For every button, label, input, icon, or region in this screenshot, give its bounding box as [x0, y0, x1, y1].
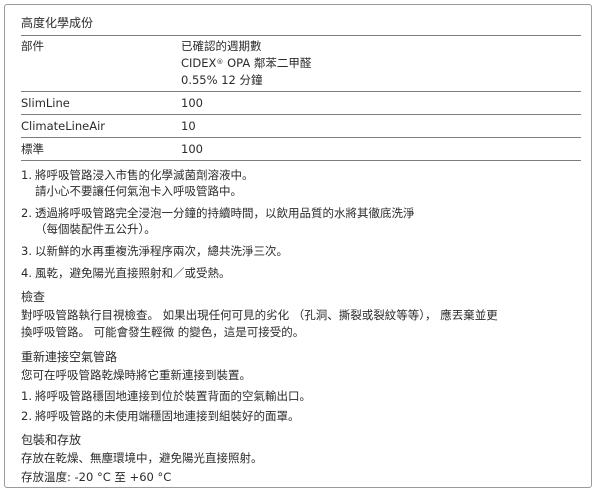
table-header-row: 部件 已確認的週期數 CIDEX® OPA 鄰苯二甲醛 0.55% 12 分鐘: [21, 36, 581, 92]
list-item: 2. 將呼吸管路的未使用端穩固地連接到組裝好的面罩。: [21, 408, 581, 424]
inspection-text: 對呼吸管路執行目視檢查。 如果出現任何可見的劣化 （孔洞、撕裂或裂紋等等）， 應…: [21, 307, 581, 341]
row-cycles: 100: [181, 96, 203, 110]
inspection-line: 換呼吸管路。 可能會發生輕微 的變色，這是可接受的。: [21, 325, 305, 339]
step-text: 將呼吸管路穩固地連接到位於裝置背面的空氣輸出口。: [35, 389, 311, 403]
inspection-heading: 檢查: [21, 290, 46, 304]
step-number: 2.: [21, 409, 32, 423]
header-part: 部件: [21, 39, 44, 53]
step-number: 1.: [21, 389, 32, 403]
table-row: SlimLine 100: [21, 92, 581, 115]
header-cycles-line2: CIDEX® OPA 鄰苯二甲醛: [181, 55, 581, 72]
step-line: 將呼吸管路浸入市售的化學滅菌劑溶液中。: [35, 168, 254, 182]
table-row: ClimateLineAir 10: [21, 115, 581, 138]
step-text: 透過將呼吸管路完全浸泡一分鐘的持續時間，以飲用品質的水將其徹底洗淨 （每個裝配件…: [35, 205, 581, 237]
list-item: 2. 透過將呼吸管路完全浸泡一分鐘的持續時間，以飲用品質的水將其徹底洗淨 （每個…: [21, 205, 581, 237]
row-part: 標準: [21, 142, 44, 156]
list-item: 4. 風乾，避免陽光直接照射和／或受熱。: [21, 265, 581, 281]
row-part: ClimateLineAir: [21, 119, 106, 133]
reconnect-intro: 您可在呼吸管路乾燥時將它重新連接到裝置。: [21, 368, 251, 382]
inspection-line: 對呼吸管路執行目視檢查。 如果出現任何可見的劣化 （孔洞、撕裂或裂紋等等）， 應…: [21, 308, 498, 322]
cleaning-steps: 1. 將呼吸管路浸入市售的化學滅菌劑溶液中。 請小心不要讓任何氣泡卡入呼吸管路中…: [21, 167, 581, 281]
step-line: 透過將呼吸管路完全浸泡一分鐘的持續時間，以飲用品質的水將其徹底洗淨: [35, 206, 415, 220]
registered-mark: ®: [216, 58, 224, 66]
step-number: 1.: [21, 168, 32, 182]
step-text: 風乾，避免陽光直接照射和／或受熱。: [35, 265, 581, 281]
table-row: 標準 100: [21, 138, 581, 161]
step-number: 2.: [21, 206, 32, 220]
step-line: 以新鮮的水再重複洗淨程序兩次，總共洗淨三次。: [35, 244, 288, 258]
list-item: 1. 將呼吸管路穩固地連接到位於裝置背面的空氣輸出口。: [21, 388, 581, 404]
header-cycles-line1: 已確認的週期數: [181, 39, 262, 53]
storage-temperature: 存放溫度: -20 °C 至 +60 °C: [21, 470, 172, 484]
section-title: 高度化學成份: [21, 16, 94, 30]
storage-line: 存放在乾燥、無塵環境中，避免陽光直接照射。: [21, 451, 263, 465]
step-text: 將呼吸管路的未使用端穩固地連接到組裝好的面罩。: [35, 409, 300, 423]
reconnect-steps: 1. 將呼吸管路穩固地連接到位於裝置背面的空氣輸出口。 2. 將呼吸管路的未使用…: [21, 388, 581, 424]
row-cycles: 10: [181, 119, 196, 133]
step-text: 將呼吸管路浸入市售的化學滅菌劑溶液中。 請小心不要讓任何氣泡卡入呼吸管路中。: [35, 167, 581, 199]
document-content: 高度化學成份 部件 已確認的週期數 CIDEX® OPA 鄰苯二甲醛 0.55%…: [21, 15, 581, 486]
row-cycles: 100: [181, 142, 203, 156]
step-text: 以新鮮的水再重複洗淨程序兩次，總共洗淨三次。: [35, 243, 581, 259]
step-number: 4.: [21, 266, 32, 280]
step-line: （每個裝配件五公升）。: [35, 222, 156, 236]
document-frame: 高度化學成份 部件 已確認的週期數 CIDEX® OPA 鄰苯二甲醛 0.55%…: [4, 4, 592, 488]
header-cycles-line3: 0.55% 12 分鐘: [181, 73, 263, 87]
list-item: 1. 將呼吸管路浸入市售的化學滅菌劑溶液中。 請小心不要讓任何氣泡卡入呼吸管路中…: [21, 167, 581, 199]
header-cycles: 已確認的週期數 CIDEX® OPA 鄰苯二甲醛 0.55% 12 分鐘: [181, 36, 581, 91]
cycles-table: 部件 已確認的週期數 CIDEX® OPA 鄰苯二甲醛 0.55% 12 分鐘 …: [21, 35, 581, 161]
opa-label: OPA 鄰苯二甲醛: [227, 56, 312, 70]
cidex-brand: CIDEX: [181, 56, 217, 70]
list-item: 3. 以新鮮的水再重複洗淨程序兩次，總共洗淨三次。: [21, 243, 581, 259]
step-line: 請小心不要讓任何氣泡卡入呼吸管路中。: [35, 184, 242, 198]
step-line: 風乾，避免陽光直接照射和／或受熱。: [35, 266, 231, 280]
storage-heading: 包裝和存放: [21, 433, 82, 447]
row-part: SlimLine: [21, 96, 70, 110]
step-number: 3.: [21, 244, 32, 258]
reconnect-heading: 重新連接空氣管路: [21, 350, 118, 364]
